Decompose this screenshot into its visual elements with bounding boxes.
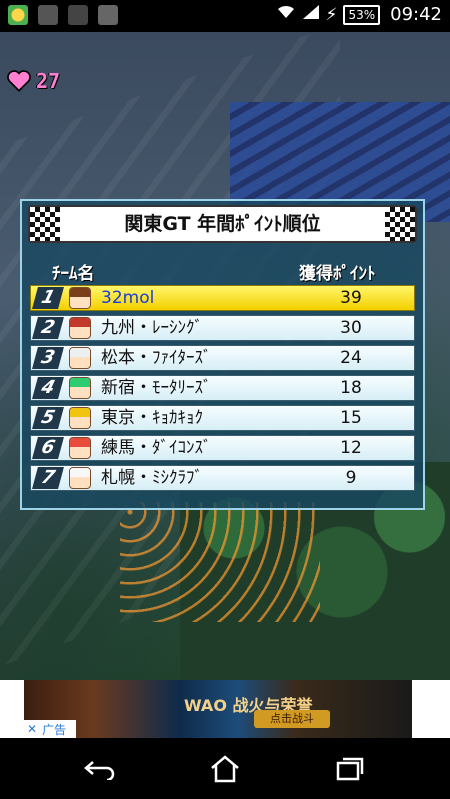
standings-row[interactable]: 6 練馬・ﾀﾞｲｺﾝｽﾞ 12 <box>30 435 415 461</box>
rank-badge: 7 <box>32 467 64 489</box>
team-points: 9 <box>345 468 357 488</box>
back-arrow-icon <box>84 761 115 780</box>
rank-badge: 5 <box>32 407 64 429</box>
panel-title-bar: 関東GT 年間ﾎﾟｲﾝﾄ順位 <box>28 205 417 243</box>
rank-badge: 2 <box>32 317 64 339</box>
driver-avatar <box>69 347 91 369</box>
team-points: 12 <box>340 438 362 458</box>
team-name: 東京・ｷｮｶｷｮｸ <box>101 408 203 428</box>
message-icon <box>98 5 118 25</box>
checkered-flag-icon <box>30 207 60 241</box>
app-icon <box>8 5 28 25</box>
home-icon <box>211 755 239 783</box>
rank-badge: 6 <box>32 437 64 459</box>
notification-icon <box>38 5 58 25</box>
team-points: 30 <box>340 318 362 338</box>
checkered-flag-icon <box>385 207 415 241</box>
driver-avatar <box>69 467 91 489</box>
standings-row[interactable]: 2 九州・ﾚｰｼﾝｸﾞ 30 <box>30 315 415 341</box>
standings-row[interactable]: 5 東京・ｷｮｶｷｮｸ 15 <box>30 405 415 431</box>
close-icon[interactable]: ✕ <box>24 722 40 736</box>
team-name: 札幌・ﾐｼｸﾗﾌﾞ <box>101 468 203 488</box>
team-points: 39 <box>340 288 362 308</box>
team-points: 18 <box>340 378 362 398</box>
ad-area: WAO 战火与荣誉 点击战斗 ✕ 广告 <box>0 680 450 738</box>
navigation-bar <box>0 738 450 799</box>
ad-close[interactable]: ✕ 广告 <box>24 720 76 738</box>
standings-list: 1 32mol 39 2 九州・ﾚｰｼﾝｸﾞ 30 3 松本・ﾌｧｲﾀｰｽﾞ 2… <box>30 285 415 495</box>
recent-apps-button[interactable] <box>325 750 375 788</box>
ad-cta-button[interactable]: 点击战斗 <box>254 710 330 728</box>
recent-apps-icon <box>336 757 364 781</box>
ad-label: 广告 <box>42 722 67 737</box>
panel-title: 関東GT 年間ﾎﾟｲﾝﾄ順位 <box>124 213 321 235</box>
team-points: 24 <box>340 348 362 368</box>
team-name: 九州・ﾚｰｼﾝｸﾞ <box>101 318 203 338</box>
team-name: 新宿・ﾓｰﾀﾘｰｽﾞ <box>101 378 212 398</box>
heart-icon <box>7 70 31 92</box>
rank-badge: 1 <box>32 287 64 309</box>
rank-badge: 3 <box>32 347 64 369</box>
standings-panel: 関東GT 年間ﾎﾟｲﾝﾄ順位 ﾁｰﾑ名 獲得ﾎﾟｲﾝﾄ 1 32mol 39 2… <box>20 199 425 510</box>
ad-banner[interactable]: WAO 战火与荣誉 点击战斗 <box>24 680 412 738</box>
team-column-header: ﾁｰﾑ名 <box>52 264 95 284</box>
standings-row[interactable]: 7 札幌・ﾐｼｸﾗﾌﾞ 9 <box>30 465 415 491</box>
charging-icon: ⚡ <box>325 4 338 25</box>
driver-avatar <box>69 377 91 399</box>
flower-bed <box>120 502 320 622</box>
driver-avatar <box>69 407 91 429</box>
team-name: 練馬・ﾀﾞｲｺﾝｽﾞ <box>101 438 212 458</box>
system-icons: ⚡ 53% 09:42 <box>276 4 442 25</box>
standings-row[interactable]: 1 32mol 39 <box>30 285 415 311</box>
usb-icon <box>68 5 88 25</box>
standings-row[interactable]: 3 松本・ﾌｧｲﾀｰｽﾞ 24 <box>30 345 415 371</box>
driver-avatar <box>69 287 91 309</box>
home-button[interactable] <box>200 750 250 788</box>
wifi-icon <box>276 4 296 25</box>
points-column-header: 獲得ﾎﾟｲﾝﾄ <box>299 264 376 284</box>
notification-icons <box>8 5 118 25</box>
team-points: 15 <box>340 408 362 428</box>
clock: 09:42 <box>390 4 442 25</box>
battery-indicator: 53% <box>343 4 381 25</box>
screen: ⚡ 53% 09:42 27 関東GT 年間ﾎﾟｲﾝﾄ順位 ﾁｰﾑ名 獲得ﾎﾟｲ… <box>0 0 450 799</box>
hearts-value: 27 <box>36 69 61 93</box>
driver-avatar <box>69 317 91 339</box>
back-button[interactable] <box>75 750 125 788</box>
hearts-counter: 27 <box>6 68 60 94</box>
status-bar: ⚡ 53% 09:42 <box>0 0 450 32</box>
rank-badge: 4 <box>32 377 64 399</box>
standings-row[interactable]: 4 新宿・ﾓｰﾀﾘｰｽﾞ 18 <box>30 375 415 401</box>
driver-avatar <box>69 437 91 459</box>
team-name: 32mol <box>101 288 155 308</box>
signal-icon <box>302 4 320 25</box>
team-name: 松本・ﾌｧｲﾀｰｽﾞ <box>101 348 212 368</box>
